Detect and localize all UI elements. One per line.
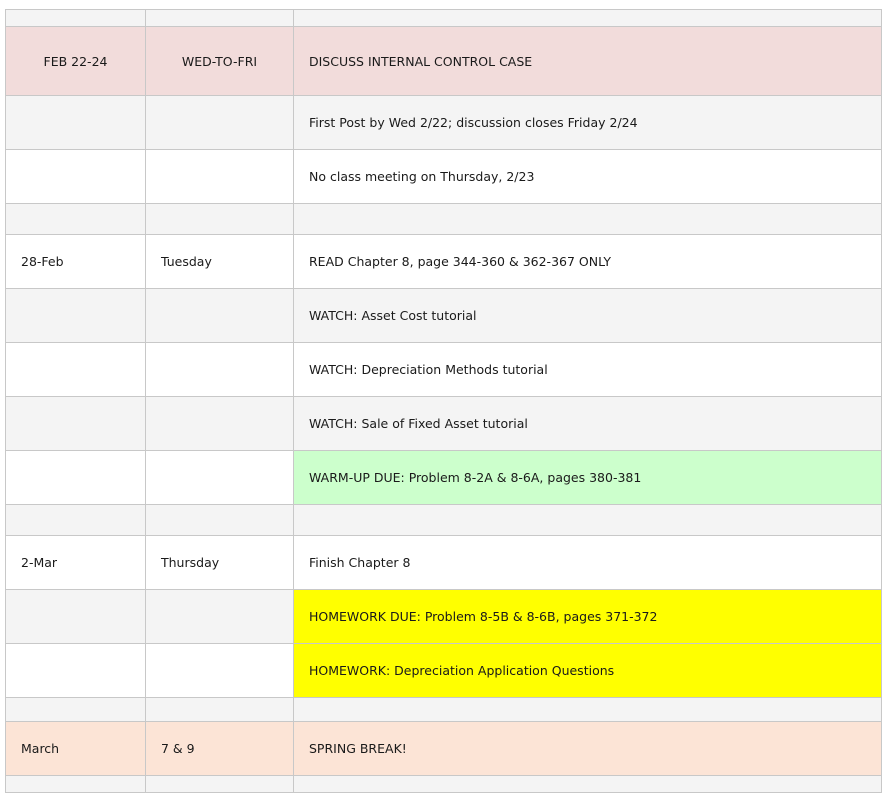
- task-cell: [293, 504, 882, 536]
- date-cell: [5, 450, 146, 505]
- day-cell: Thursday: [145, 535, 294, 590]
- day-cell: [145, 342, 294, 397]
- date-cell: FEB 22-24: [5, 26, 146, 96]
- task-cell: WATCH: Asset Cost tutorial: [293, 288, 882, 343]
- day-cell: WED-TO-FRI: [145, 26, 294, 96]
- task-cell: WATCH: Depreciation Methods tutorial: [293, 342, 882, 397]
- day-cell: [145, 775, 294, 793]
- day-cell: [145, 149, 294, 204]
- day-cell: [145, 589, 294, 644]
- date-cell: [5, 342, 146, 397]
- day-cell: [145, 9, 294, 27]
- date-cell: [5, 149, 146, 204]
- date-cell: March: [5, 721, 146, 776]
- date-cell: [5, 203, 146, 235]
- table-row: HOMEWORK DUE: Problem 8-5B & 8-6B, pages…: [5, 589, 882, 644]
- table-row: WARM-UP DUE: Problem 8-2A & 8-6A, pages …: [5, 450, 882, 505]
- table-row-blank-top: [5, 9, 882, 27]
- task-cell-homework-due: HOMEWORK DUE: Problem 8-5B & 8-6B, pages…: [293, 589, 882, 644]
- table-row-blank-bottom: [5, 775, 882, 793]
- task-cell: WATCH: Sale of Fixed Asset tutorial: [293, 396, 882, 451]
- day-cell: 7 & 9: [145, 721, 294, 776]
- date-cell: [5, 775, 146, 793]
- date-cell: [5, 504, 146, 536]
- day-cell: [145, 504, 294, 536]
- task-cell: No class meeting on Thursday, 2/23: [293, 149, 882, 204]
- date-cell: [5, 95, 146, 150]
- table-row-feb22-header: FEB 22-24 WED-TO-FRI DISCUSS INTERNAL CO…: [5, 26, 882, 96]
- table-row: No class meeting on Thursday, 2/23: [5, 149, 882, 204]
- task-cell: Finish Chapter 8: [293, 535, 882, 590]
- task-cell: DISCUSS INTERNAL CONTROL CASE: [293, 26, 882, 96]
- table-row-spring-break: March 7 & 9 SPRING BREAK!: [5, 721, 882, 776]
- day-cell: [145, 643, 294, 698]
- date-cell: [5, 288, 146, 343]
- date-cell: [5, 396, 146, 451]
- table-row: WATCH: Asset Cost tutorial: [5, 288, 882, 343]
- table-row: WATCH: Sale of Fixed Asset tutorial: [5, 396, 882, 451]
- table-row: HOMEWORK: Depreciation Application Quest…: [5, 643, 882, 698]
- task-cell: [293, 9, 882, 27]
- task-cell: [293, 775, 882, 793]
- date-cell: [5, 589, 146, 644]
- date-cell: [5, 9, 146, 27]
- day-cell: [145, 95, 294, 150]
- schedule-table: FEB 22-24 WED-TO-FRI DISCUSS INTERNAL CO…: [5, 9, 882, 793]
- day-cell: [145, 450, 294, 505]
- date-cell: [5, 697, 146, 722]
- table-row-spacer: [5, 504, 882, 536]
- table-row-spacer: [5, 203, 882, 235]
- task-cell-warmup-due: WARM-UP DUE: Problem 8-2A & 8-6A, pages …: [293, 450, 882, 505]
- task-cell: READ Chapter 8, page 344-360 & 362-367 O…: [293, 234, 882, 289]
- task-cell: [293, 697, 882, 722]
- date-cell: [5, 643, 146, 698]
- day-cell: [145, 697, 294, 722]
- table-row: First Post by Wed 2/22; discussion close…: [5, 95, 882, 150]
- day-cell: [145, 396, 294, 451]
- task-cell: First Post by Wed 2/22; discussion close…: [293, 95, 882, 150]
- day-cell: [145, 203, 294, 235]
- day-cell: [145, 288, 294, 343]
- task-cell-homework: HOMEWORK: Depreciation Application Quest…: [293, 643, 882, 698]
- task-cell: [293, 203, 882, 235]
- table-row-mar2: 2-Mar Thursday Finish Chapter 8: [5, 535, 882, 590]
- date-cell: 28-Feb: [5, 234, 146, 289]
- task-cell: SPRING BREAK!: [293, 721, 882, 776]
- table-row-feb28: 28-Feb Tuesday READ Chapter 8, page 344-…: [5, 234, 882, 289]
- date-cell: 2-Mar: [5, 535, 146, 590]
- table-row: WATCH: Depreciation Methods tutorial: [5, 342, 882, 397]
- table-row-spacer: [5, 697, 882, 722]
- day-cell: Tuesday: [145, 234, 294, 289]
